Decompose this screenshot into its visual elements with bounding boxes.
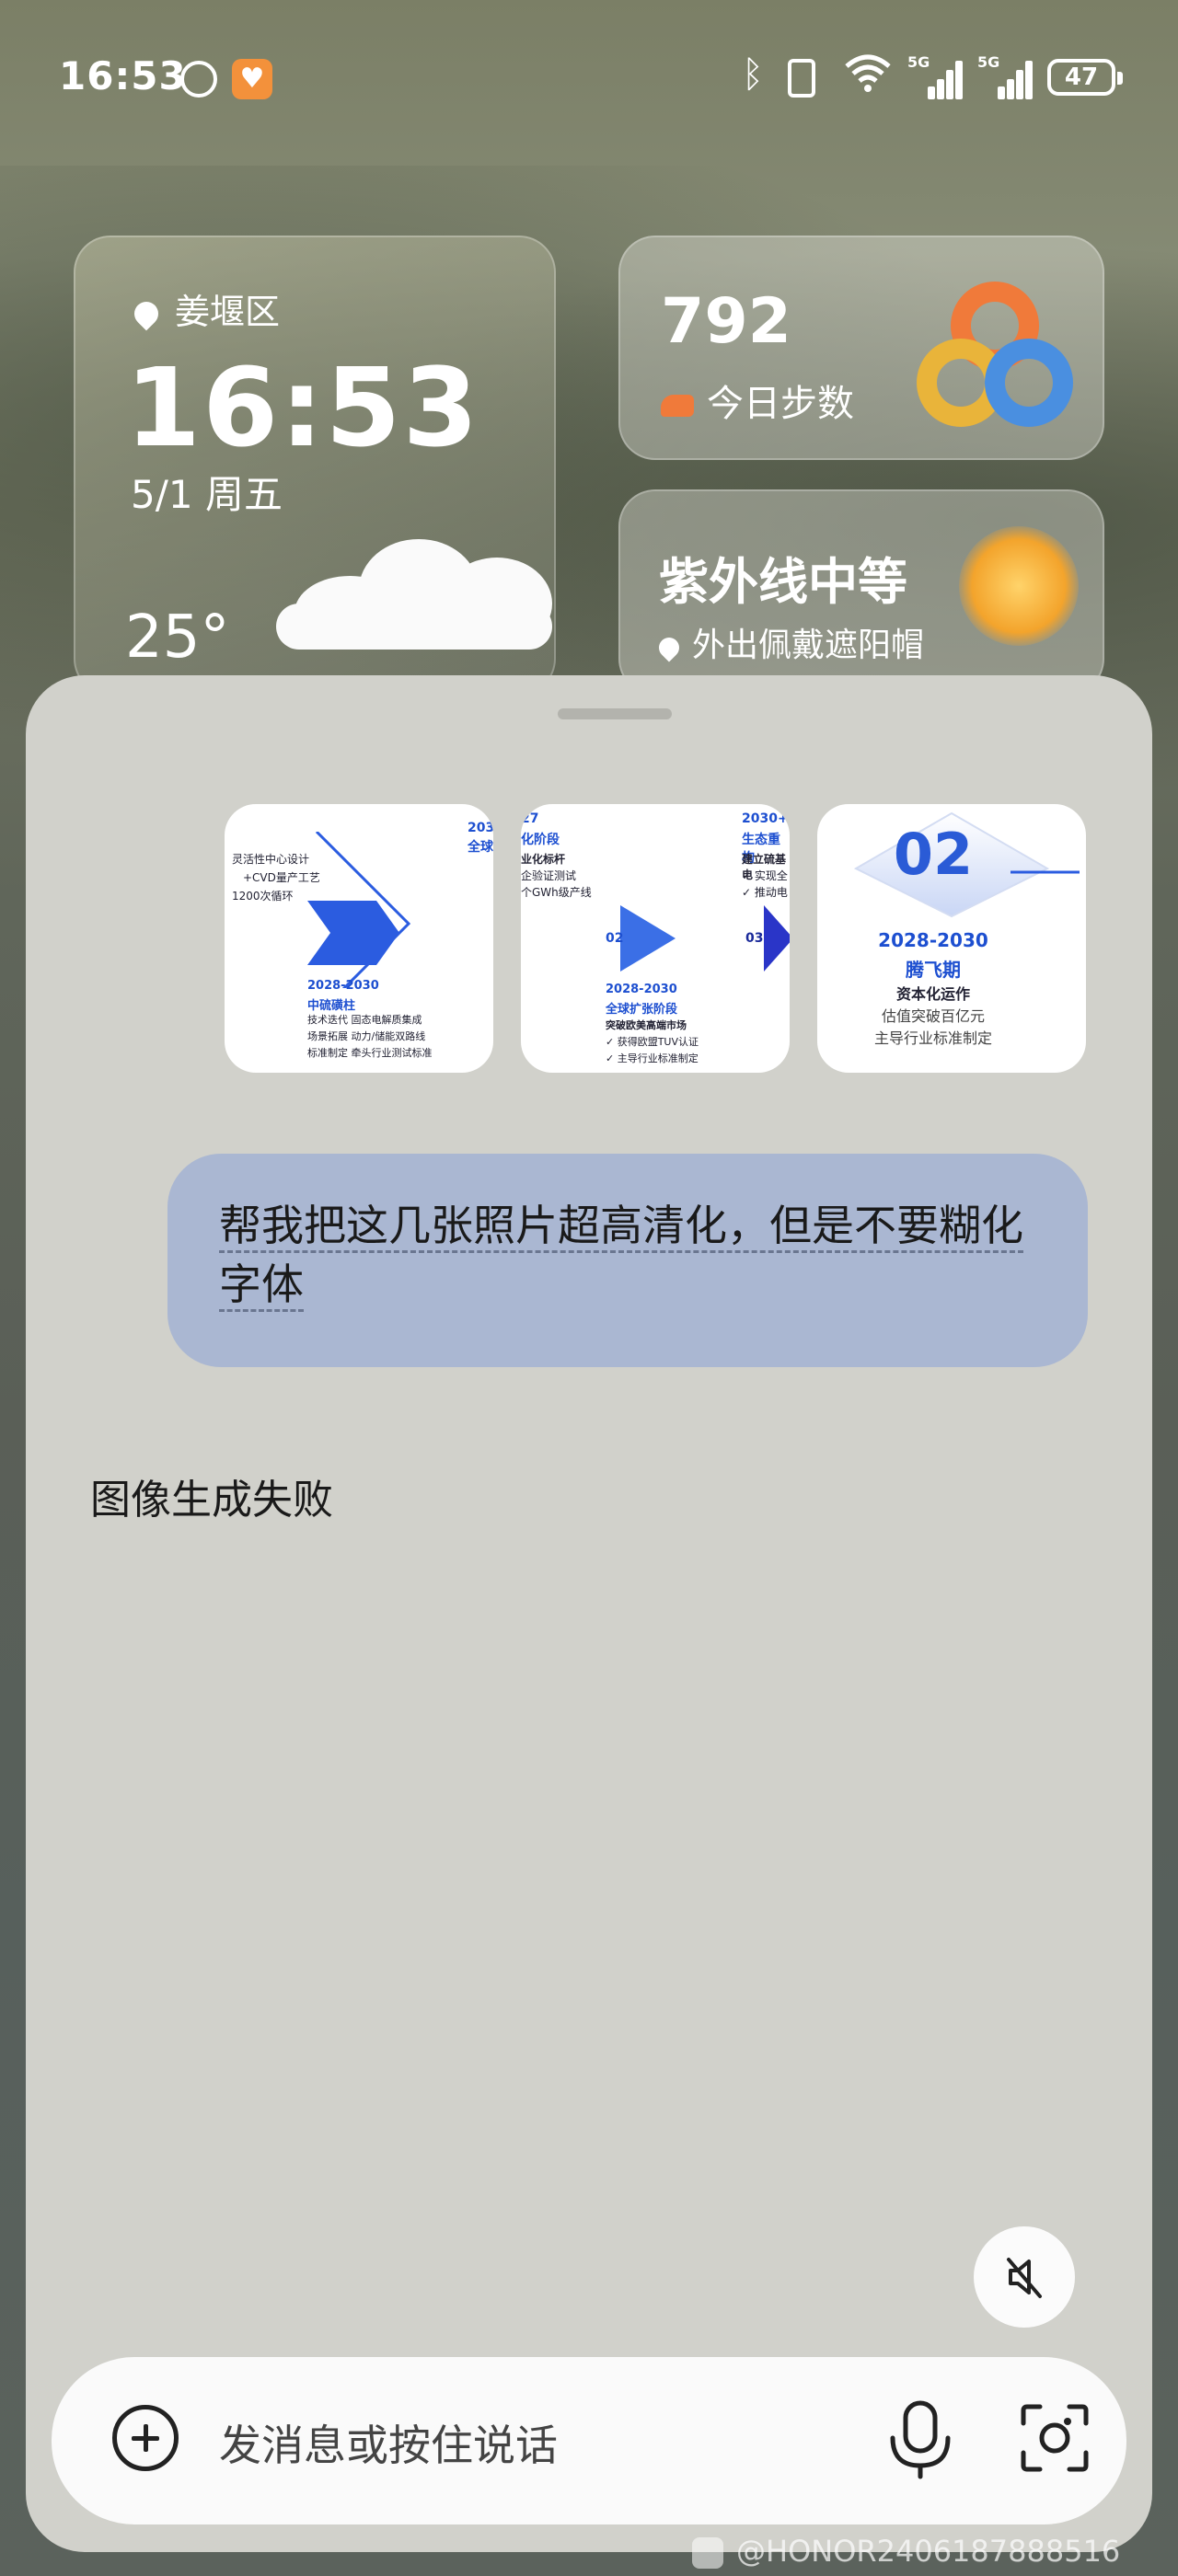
thumb-text: 业化标杆 — [521, 853, 566, 866]
weather-location: 姜堰区 — [129, 283, 281, 334]
thumb-text: 02 — [606, 931, 624, 946]
status-time: 16:53 — [59, 53, 187, 98]
thumb-text: 企验证测试 — [521, 869, 577, 882]
thumb-text: 技术迭代 固态电解质集成 — [307, 1014, 422, 1026]
chevron-graphic — [620, 905, 676, 972]
battery-indicator: 47 — [1047, 59, 1123, 96]
thumb-number: 02 — [893, 821, 974, 888]
steps-label: 今日步数 — [707, 383, 854, 425]
location-pin-icon — [654, 633, 684, 662]
thumb-text: 主导行业标准制定 — [873, 1029, 992, 1047]
thumb-text: 03 — [745, 931, 764, 946]
drag-handle[interactable] — [558, 708, 672, 719]
thumb-text: 灵活性中心设计 — [232, 853, 310, 866]
uv-advice: 外出佩戴遮阳帽 — [692, 627, 925, 664]
uv-title: 紫外线中等 — [659, 553, 907, 611]
sun-icon — [959, 526, 1079, 646]
widget-clock: 16:53 — [125, 344, 480, 471]
chevron-graphic — [764, 905, 790, 972]
message-input[interactable]: 发消息或按住说话 — [219, 2412, 558, 2473]
thumb-text: 2030+ — [742, 811, 789, 826]
status-bar: 16:53 ♥ ᛒ 5G 5G 47 — [0, 0, 1178, 156]
thumb-text: 标准制定 牵头行业测试标准 — [307, 1047, 433, 1059]
chevron-graphic — [307, 832, 411, 988]
steps-count: 792 — [661, 285, 791, 358]
camera-scan-icon[interactable] — [1020, 2403, 1090, 2473]
health-app-icon: ♥ — [232, 59, 272, 99]
activity-rings-icon — [917, 282, 1073, 438]
user-message-content: 帮我把这几张照片超高清化，但是不要糊化字体 — [219, 1201, 1023, 1312]
widget-date: 5/1 周五 — [131, 472, 283, 517]
thumb-text: 1200次循环 — [232, 890, 294, 903]
image-thumbnail-3[interactable]: 02 2028-2030 腾飞期 资本化运作 估值突破百亿元 主导行业标准制定 — [817, 804, 1086, 1073]
thumb-text: 203 — [468, 821, 493, 835]
image-thumbnail-2[interactable]: 27 化阶段 业化标杆 企验证测试 个GWh级产线 02 03 2028-203… — [521, 804, 790, 1073]
thumb-text: 资本化运作 — [895, 985, 970, 1003]
watermark-logo-icon — [692, 2537, 723, 2569]
watermark: @HONOR2406187888516 — [692, 2534, 1120, 2569]
thumb-text: 化阶段 — [521, 833, 560, 847]
steps-label-row: 今日步数 — [661, 374, 854, 427]
location-pin-icon — [129, 296, 164, 331]
mute-button[interactable] — [974, 2226, 1075, 2328]
thumb-text: 估值突破百亿元 — [881, 1007, 985, 1025]
shoe-icon — [661, 395, 694, 417]
assistant-reply: 图像生成失败 — [90, 1477, 333, 1524]
vibrate-icon — [788, 59, 815, 98]
alarm-icon — [180, 61, 217, 98]
thumb-text: 场景拓展 动力/储能双路线 — [307, 1030, 426, 1042]
thumb-text: ✓ 主导行业标准制定 — [606, 1052, 699, 1064]
thumb-text: ✓ 推动电 — [742, 886, 788, 899]
user-message-bubble[interactable]: 帮我把这几张照片超高清化，但是不要糊化字体 — [167, 1154, 1088, 1367]
thumb-text: 腾飞期 — [906, 959, 961, 981]
thumb-text: 中硫磺柱 — [307, 999, 356, 1013]
add-attachment-icon[interactable] — [112, 2405, 179, 2471]
steps-widget[interactable]: 792 今日步数 — [618, 236, 1104, 460]
thumb-text: 全球扩张阶段 — [606, 1003, 678, 1017]
watermark-text: @HONOR2406187888516 — [736, 2534, 1121, 2569]
thumb-text: 全球 — [468, 840, 493, 855]
weather-widget[interactable]: 姜堰区 16:53 5/1 周五 25° — [74, 236, 556, 696]
thumb-text: 突破欧美高端市场 — [606, 1019, 687, 1031]
uv-advice-row: 外出佩戴遮阳帽 — [654, 618, 925, 666]
bluetooth-icon: ᛒ — [742, 53, 764, 96]
message-input-bar[interactable]: 发消息或按住说话 — [52, 2357, 1126, 2524]
location-label: 姜堰区 — [175, 292, 281, 332]
user-message-text: 帮我把这几张照片超高清化，但是不要糊化字体 — [219, 1196, 1047, 1314]
thumb-text: 个GWh级产线 — [521, 886, 592, 899]
thumb-text: 27 — [521, 811, 539, 826]
signal-5g-icon: 5G — [907, 53, 963, 99]
thumb-text: 2028-2030 — [878, 929, 988, 951]
thumb-text: 2028-2030 — [307, 979, 379, 993]
image-thumbnail-1[interactable]: 灵活性中心设计 +CVD量产工艺 1200次循环 2028-2030 中硫磺柱 … — [225, 804, 493, 1073]
widget-temperature: 25° — [125, 604, 230, 672]
speaker-muted-icon — [1007, 2258, 1042, 2298]
cloud-icon — [276, 512, 552, 650]
signal-5g-icon: 5G — [977, 53, 1033, 99]
thumb-text: ✓ 获得欧盟TUV认证 — [606, 1036, 699, 1048]
microphone-icon[interactable] — [884, 2398, 957, 2480]
wifi-icon — [843, 53, 893, 102]
thumb-text: 2028-2030 — [606, 983, 677, 996]
uv-widget[interactable]: 紫外线中等 外出佩戴遮阳帽 — [618, 489, 1104, 696]
thumb-text: ✓ 实现全 — [742, 869, 788, 882]
assistant-panel: 灵活性中心设计 +CVD量产工艺 1200次循环 2028-2030 中硫磺柱 … — [26, 675, 1152, 2552]
